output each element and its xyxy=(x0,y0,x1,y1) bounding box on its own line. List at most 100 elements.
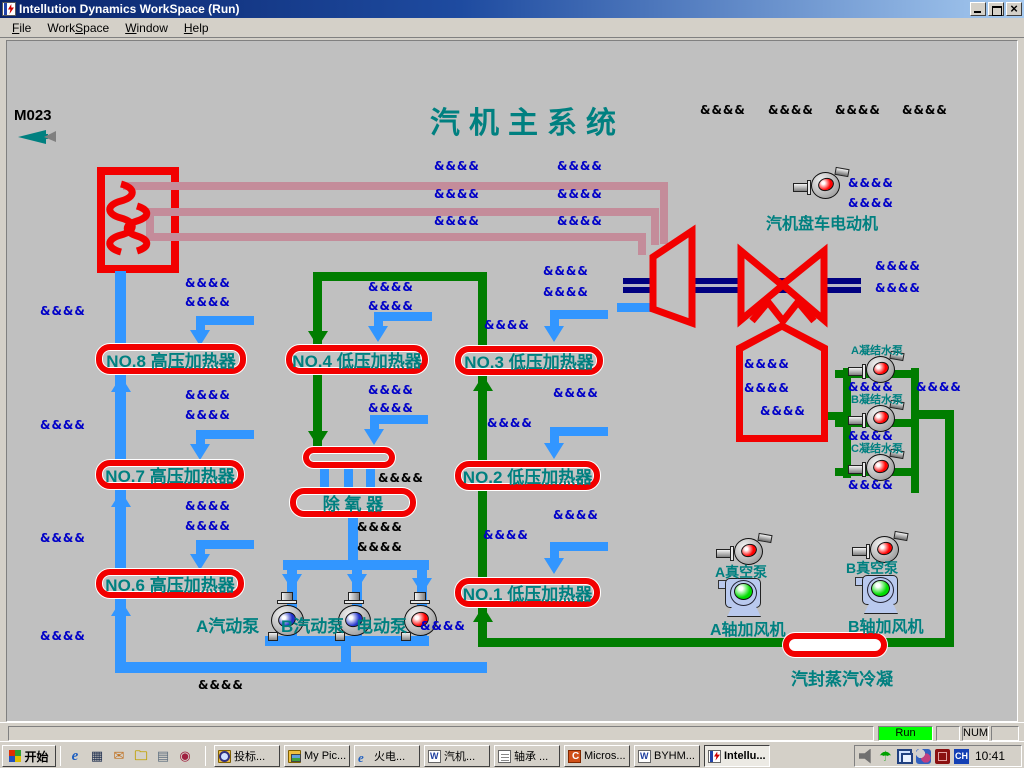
value-placeholder: &&&& xyxy=(848,176,894,190)
value-placeholder: &&&& xyxy=(357,540,403,554)
quick-launch-ie-icon[interactable]: e xyxy=(66,747,84,765)
system-tray: ☂ CH 10:41 xyxy=(854,745,1022,767)
condensate-pipe xyxy=(945,413,954,643)
tray-umbrella-icon[interactable]: ☂ xyxy=(878,749,893,764)
value-placeholder: &&&& xyxy=(368,383,414,397)
taskbar-button-7[interactable]: BYHM... xyxy=(634,745,700,767)
flow-arrow xyxy=(473,375,493,391)
tray-users-icon[interactable] xyxy=(916,749,931,764)
label-汽封蒸汽冷凝: 汽封蒸汽冷凝 xyxy=(791,665,893,690)
value-placeholder: &&&& xyxy=(484,318,530,332)
folder-image-icon xyxy=(288,750,301,763)
flow-arrow xyxy=(111,491,131,507)
pump-discharge-drop xyxy=(341,646,351,664)
value-placeholder: &&&& xyxy=(368,299,414,313)
label-A凝结水泵: A凝结水泵 xyxy=(851,342,903,358)
status-caps-indicator xyxy=(936,726,960,741)
intellution-icon xyxy=(708,750,721,763)
fan-icon xyxy=(855,575,901,615)
quick-launch-acdsee-icon[interactable]: 🗀 xyxy=(132,747,150,765)
machine-part xyxy=(410,600,430,604)
taskbar-button-2[interactable]: My Pic... xyxy=(284,745,350,767)
taskbar-button-6[interactable]: Micros... xyxy=(564,745,630,767)
value-placeholder: &&&& xyxy=(848,196,894,210)
value-placeholder: &&&& xyxy=(40,629,86,643)
ie-icon: e xyxy=(358,750,371,763)
back-arrow-icon xyxy=(44,131,56,142)
value-placeholder: &&&& xyxy=(198,678,244,692)
page-title: 汽机主系统 xyxy=(430,98,625,142)
value-placeholder: &&&& xyxy=(557,214,603,228)
ime-indicator[interactable]: CH xyxy=(954,749,969,764)
taskbar-button-5[interactable]: 轴承 ... xyxy=(494,745,560,767)
flow-arrow xyxy=(368,326,388,342)
value-placeholder: &&&& xyxy=(902,103,948,117)
extraction-stub xyxy=(196,316,205,330)
turbine-main-system-diagram: 汽机主系统 M023 xyxy=(0,0,1024,768)
label-B轴加风机: B轴加风机 xyxy=(848,613,924,637)
flow-arrow xyxy=(364,429,384,445)
main-steam-pipe-2-drop xyxy=(651,208,659,245)
doc-icon xyxy=(498,750,511,763)
clock[interactable]: 10:41 xyxy=(975,749,1005,763)
page-tag: M023 xyxy=(14,107,52,124)
value-placeholder: &&&& xyxy=(185,499,231,513)
flow-arrow xyxy=(544,558,564,574)
value-placeholder: &&&& xyxy=(760,404,806,418)
main-steam-pipe-1-drop xyxy=(660,182,668,244)
flow-arrow xyxy=(308,431,328,447)
value-placeholder: &&&& xyxy=(434,187,480,201)
taskbar-button-3[interactable]: e火电... xyxy=(354,745,420,767)
taskbar-separator xyxy=(60,746,61,766)
start-label: 开始 xyxy=(24,748,48,765)
flow-arrow xyxy=(347,574,367,590)
value-placeholder: &&&& xyxy=(185,519,231,533)
taskbar-button-4[interactable]: 汽机... xyxy=(424,745,490,767)
label-B汽动泵: B汽动泵 xyxy=(281,612,344,637)
flow-arrow xyxy=(544,326,564,342)
value-placeholder: &&&& xyxy=(40,418,86,432)
feedwater-bottom-line xyxy=(115,662,487,673)
tray-volume-icon[interactable] xyxy=(859,749,874,764)
task-label: 火电... xyxy=(374,748,405,764)
value-placeholder: &&&& xyxy=(848,478,894,492)
tray-network-icon[interactable] xyxy=(897,749,912,764)
vessel-NO.8-高压加热器: NO.8 高压加热器 xyxy=(96,344,246,374)
value-placeholder: &&&& xyxy=(557,187,603,201)
machine-part xyxy=(277,600,297,604)
run-mode-indicator: Run xyxy=(878,726,933,741)
task-label: My Pic... xyxy=(304,750,346,762)
windows-logo-icon xyxy=(9,750,21,762)
pump-icon xyxy=(793,168,849,202)
quick-launch-media-icon[interactable]: ◉ xyxy=(176,747,194,765)
turbine-exhaust-stub xyxy=(617,303,657,312)
quick-launch-console-icon[interactable]: ▦ xyxy=(88,747,106,765)
deaerator-riser-2 xyxy=(344,467,353,488)
taskbar-button-1[interactable]: 投标... xyxy=(214,745,280,767)
value-placeholder: &&&& xyxy=(185,295,231,309)
taskbar-button-8[interactable]: Intellu... xyxy=(704,745,770,767)
machine-part xyxy=(344,600,364,604)
main-steam-pipe-3-drop xyxy=(638,233,646,255)
quick-launch-desktop-icon[interactable]: ▤ xyxy=(154,747,172,765)
task-label: 汽机... xyxy=(444,748,475,764)
task-label: 投标... xyxy=(234,748,265,764)
value-placeholder: &&&& xyxy=(916,380,962,394)
taskbar-separator xyxy=(205,746,206,766)
value-placeholder: &&&& xyxy=(434,214,480,228)
value-placeholder: &&&& xyxy=(875,281,921,295)
quick-launch-mail-icon[interactable]: ✉ xyxy=(110,747,128,765)
vessel-NO.7-高压加热器: NO.7 高压加热器 xyxy=(96,460,244,489)
extraction-stub xyxy=(550,310,559,326)
value-placeholder: &&&& xyxy=(378,471,424,485)
value-placeholder: &&&& xyxy=(835,103,881,117)
start-button[interactable]: 开始 xyxy=(2,745,56,767)
machine-part xyxy=(757,533,772,543)
tray-hm-icon[interactable] xyxy=(935,749,950,764)
vessel-NO.4-低压加热器: NO.4 低压加热器 xyxy=(286,345,428,374)
value-placeholder: &&&& xyxy=(368,280,414,294)
value-placeholder: &&&& xyxy=(553,508,599,522)
word-icon xyxy=(428,750,441,763)
fan-icon xyxy=(718,578,764,618)
task-label: 轴承 ... xyxy=(514,748,548,764)
